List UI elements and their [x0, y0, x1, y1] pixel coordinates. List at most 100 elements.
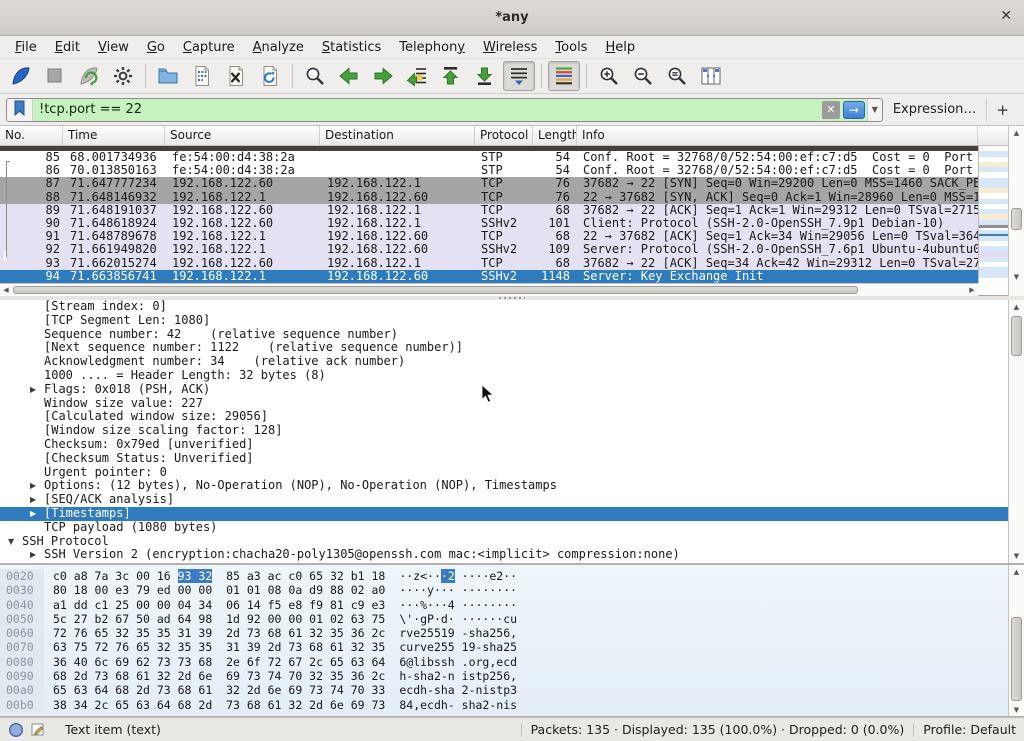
cell-time[interactable]: 70.013850163 [63, 164, 165, 177]
detail-line[interactable]: Checksum: 0x79ed [unverified] [0, 438, 1008, 452]
cell-protocol[interactable]: SSHv2 [475, 217, 533, 230]
detail-line-text[interactable]: Sequence number: 42 (relative sequence n… [0, 328, 398, 342]
find-packet-button[interactable] [299, 61, 331, 91]
cell-protocol[interactable]: SSHv2 [475, 243, 533, 256]
cell-info[interactable]: 22 → 37682 [ACK] Seq=1 Ack=34 Win=29056 … [577, 230, 978, 243]
collapsed-arrow-icon[interactable]: ▶ [30, 479, 36, 493]
filter-apply-icon[interactable]: → [843, 101, 865, 119]
detail-line[interactable]: ▶Flags: 0x018 (PSH, ACK) [0, 383, 1008, 397]
cell-length[interactable]: 68 [533, 204, 577, 217]
column-header-no[interactable]: No. [0, 126, 63, 145]
detail-line-text[interactable]: [Stream index: 0] [0, 300, 167, 314]
detail-line-text[interactable]: [Next sequence number: 1122 (relative se… [0, 341, 463, 355]
auto-scroll-button[interactable] [503, 61, 535, 91]
cell-dest[interactable]: 192.168.122.60 [320, 191, 475, 204]
packet-row-86[interactable]: 8670.013850163fe:54:00:d4:38:2aSTP54Conf… [0, 164, 978, 177]
cell-no[interactable]: 93 [0, 257, 63, 270]
cell-source[interactable]: 192.168.122.60 [165, 177, 320, 190]
cell-info[interactable]: Conf. Root = 32768/0/52:54:00:ef:c7:d5 C… [577, 164, 978, 177]
cell-source[interactable]: fe:54:00:d4:38:2a [165, 164, 320, 177]
collapsed-arrow-icon[interactable]: ▶ [30, 507, 36, 521]
detail-line[interactable]: [Stream index: 0] [0, 300, 1008, 314]
hex-ascii[interactable]: h-sha2-n istp256, [385, 669, 517, 683]
expanded-arrow-icon[interactable]: ▼ [8, 535, 14, 549]
hex-ascii[interactable]: \'·gP·d· ······cu [385, 612, 517, 626]
close-icon[interactable]: ✕ [1000, 8, 1012, 24]
detail-line-text[interactable]: [TCP Segment Len: 1080] [0, 314, 210, 328]
cell-source[interactable]: 192.168.122.1 [165, 243, 320, 256]
go-back-button[interactable] [333, 61, 365, 91]
column-header-source[interactable]: Source [165, 126, 320, 145]
detail-line[interactable]: ▶SSH Version 2 (encryption:chacha20-poly… [0, 548, 1008, 562]
cell-info[interactable]: Client: Protocol (SSH-2.0-OpenSSH_7.9p1 … [577, 217, 978, 230]
detail-line-text[interactable]: Checksum: 0x79ed [unverified] [0, 438, 254, 452]
detail-line[interactable]: ▶[SEQ/ACK analysis] [0, 493, 1008, 507]
collapsed-arrow-icon[interactable]: ▶ [30, 493, 36, 507]
cell-dest[interactable]: 192.168.122.60 [320, 270, 475, 283]
menu-edit[interactable]: Edit [46, 39, 89, 56]
detail-line-text[interactable]: [Timestamps] [0, 507, 131, 521]
hex-row-0040[interactable]: 0040a1 dd c1 25 00 00 04 34 06 14 f5 e8 … [0, 598, 1024, 612]
column-header-destination[interactable]: Destination [320, 126, 475, 145]
zoom-in-button[interactable] [593, 61, 625, 91]
cell-length[interactable]: 109 [533, 243, 577, 256]
cell-source[interactable]: 192.168.122.1 [165, 230, 320, 243]
start-capture-button[interactable] [5, 61, 37, 91]
go-last-packet-button[interactable] [469, 61, 501, 91]
filter-clear-icon[interactable]: ✕ [822, 101, 840, 119]
detail-line-text[interactable]: SSH Protocol [0, 535, 109, 549]
detail-line[interactable]: Acknowledgment number: 34 (relative ack … [0, 355, 1008, 369]
hex-row-0060[interactable]: 006072 76 65 32 35 35 31 39 2d 73 68 61 … [0, 626, 1024, 640]
hex-bytes[interactable]: 72 76 65 32 35 35 31 39 2d 73 68 61 32 3… [44, 626, 385, 640]
cell-source[interactable]: 192.168.122.60 [165, 217, 320, 230]
go-forward-button[interactable] [367, 61, 399, 91]
cell-protocol[interactable]: STP [475, 164, 533, 177]
menu-file[interactable]: File [6, 39, 46, 56]
detail-line-text[interactable]: [Checksum Status: Unverified] [0, 452, 254, 466]
column-header-time[interactable]: Time [63, 126, 165, 145]
hex-row-0080[interactable]: 008036 40 6c 69 62 73 73 68 2e 6f 72 67 … [0, 655, 1024, 669]
hex-bytes[interactable]: 80 18 00 e3 79 ed 00 00 01 01 08 0a d9 8… [44, 583, 385, 597]
detail-line[interactable]: [TCP Segment Len: 1080] [0, 314, 1008, 328]
hex-vscrollbar[interactable]: ▲ ▼ [1008, 565, 1024, 717]
detail-line[interactable]: ▶Options: (12 bytes), No-Operation (NOP)… [0, 479, 1008, 493]
scrollbar-thumb[interactable] [13, 286, 858, 294]
packet-row-90[interactable]: 9071.648618924192.168.122.60192.168.122.… [0, 217, 978, 230]
menu-analyze[interactable]: Analyze [244, 39, 313, 56]
detail-vscrollbar[interactable]: ▲ ▼ [1008, 300, 1024, 563]
cell-source[interactable]: 192.168.122.1 [165, 270, 320, 283]
menu-view[interactable]: View [89, 39, 138, 56]
save-file-button[interactable] [186, 61, 218, 91]
close-file-button[interactable] [220, 61, 252, 91]
detail-line-text[interactable]: [Calculated window size: 29056] [0, 410, 268, 424]
hex-row-0020[interactable]: 0020c0 a8 7a 3c 00 16 93 32 85 a3 ac c0 … [0, 569, 1024, 583]
display-filter-input[interactable]: !tcp.port == 22 ✕ → ▼ [6, 98, 883, 122]
hex-ascii[interactable]: rve25519 -sha256, [385, 626, 517, 640]
scroll-up-icon[interactable]: ▲ [1009, 565, 1024, 578]
hex-ascii[interactable]: ···%···4 ········ [385, 598, 517, 612]
cell-time[interactable]: 71.661949820 [63, 243, 165, 256]
cell-source[interactable]: fe:54:00:d4:38:2a [165, 151, 320, 164]
scroll-left-icon[interactable]: ◀ [0, 284, 12, 296]
hex-ascii[interactable]: ····y··· ········ [385, 583, 517, 597]
detail-line[interactable]: [Calculated window size: 29056] [0, 410, 1008, 424]
cell-info[interactable]: Server: Key Exchange Init [577, 270, 978, 283]
resize-columns-button[interactable] [695, 61, 727, 91]
cell-source[interactable]: 192.168.122.1 [165, 191, 320, 204]
cell-length[interactable]: 68 [533, 230, 577, 243]
scroll-down-icon[interactable]: ▼ [1009, 270, 1024, 283]
scroll-up-icon[interactable]: ▲ [1009, 300, 1024, 313]
menu-wireless[interactable]: Wireless [474, 39, 546, 56]
hex-row-00b0[interactable]: 00b038 34 2c 65 63 64 68 2d 73 68 61 32 … [0, 698, 1024, 712]
cell-info[interactable]: 37682 → 22 [ACK] Seq=1 Ack=1 Win=29312 L… [577, 204, 978, 217]
detail-line[interactable]: Urgent pointer: 0 [0, 466, 1008, 480]
cell-time[interactable]: 71.648191037 [63, 204, 165, 217]
hex-row-00a0[interactable]: 00a065 63 64 68 2d 73 68 61 32 2d 6e 69 … [0, 683, 1024, 697]
detail-line[interactable]: [Window size scaling factor: 128] [0, 424, 1008, 438]
packet-row-87[interactable]: 8771.647777234192.168.122.60192.168.122.… [0, 177, 978, 190]
cell-length[interactable]: 1148 [533, 270, 577, 283]
detail-line-text[interactable]: SSH Version 2 (encryption:chacha20-poly1… [0, 548, 680, 562]
detail-line[interactable]: 1000 .... = Header Length: 32 bytes (8) [0, 369, 1008, 383]
reload-file-button[interactable] [254, 61, 286, 91]
detail-line-text[interactable]: Urgent pointer: 0 [0, 466, 167, 480]
